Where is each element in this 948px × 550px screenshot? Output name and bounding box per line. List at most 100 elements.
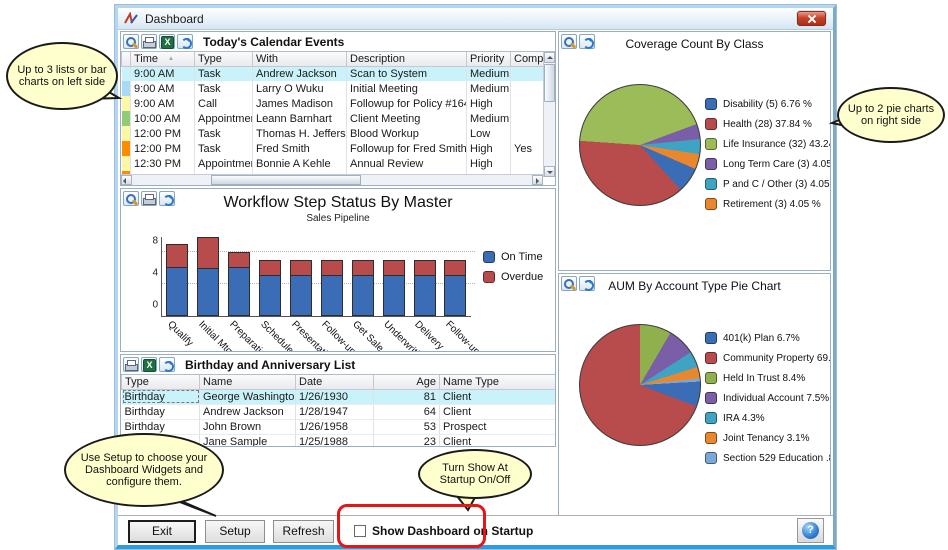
search-icon[interactable] [561, 276, 577, 291]
page: Up to 3 lists or bar charts on left side… [0, 0, 948, 550]
column-header-name-type[interactable]: Name Type [440, 375, 556, 389]
table-row[interactable]: BirthdayGeorge Washington1/26/193081Clie… [122, 389, 556, 404]
stacked-bar[interactable]: Initial Mtg [197, 237, 219, 316]
table-row[interactable]: 9:00 AMCallJames MadisonFollowup for Pol… [122, 96, 544, 111]
show-dashboard-on-startup-checkbox[interactable] [354, 525, 366, 537]
column-header-description[interactable]: Description [347, 52, 467, 66]
legend-item: Long Term Care (3) 4.05 % [705, 158, 831, 170]
column-header-type[interactable]: Type [122, 375, 200, 389]
refresh-icon[interactable] [579, 34, 595, 49]
aum-legend: 401(k) Plan 6.7%Community Property 69.3%… [705, 332, 831, 472]
cell: Birthday [122, 389, 200, 404]
refresh-icon[interactable] [579, 276, 595, 291]
aum-pie-panel: AUM By Account Type Pie Chart 401(k) Pla… [558, 273, 831, 516]
column-header-comp[interactable]: Comp [511, 52, 544, 66]
bar-segment-overdue [444, 260, 466, 276]
help-button[interactable]: ? [797, 518, 824, 543]
scroll-right-icon[interactable] [532, 175, 543, 185]
column-header-name[interactable]: Name [200, 375, 296, 389]
help-icon: ? [802, 522, 819, 539]
bar-segment-overdue [259, 260, 281, 276]
refresh-button[interactable]: Refresh [273, 520, 334, 543]
callout-startup-text: Turn Show At Startup On/Off [428, 462, 522, 486]
stacked-bar[interactable]: Follow-up [321, 237, 343, 316]
stacked-bar[interactable]: Preparation [228, 237, 250, 316]
cell: Task [195, 141, 253, 156]
callout-setup: Use Setup to choose your Dashboard Widge… [64, 433, 224, 507]
calendar-horizontal-scrollbar[interactable] [121, 174, 543, 185]
stacked-bar[interactable]: Underwriting [383, 237, 405, 316]
bar-segment-overdue [414, 260, 436, 276]
scrollbar-thumb[interactable] [544, 64, 555, 102]
stacked-bar[interactable]: Qualify [166, 237, 188, 316]
table-row[interactable]: 9:00 AMTaskAndrew JacksonScan to SystemM… [122, 66, 544, 81]
legend-label: IRA 4.3% [723, 413, 765, 424]
birthday-list-panel: Birthday and Anniversary List TypeNameDa… [120, 354, 556, 447]
stacked-bar[interactable]: Follow-up [444, 237, 466, 316]
table-row[interactable]: 12:30 PMAppointmentBonnie A KehleAnnual … [122, 156, 544, 171]
y-axis-tick: 8 [152, 236, 158, 247]
refresh-icon[interactable] [159, 191, 175, 206]
scrollbar-thumb[interactable] [211, 175, 361, 185]
table-row[interactable]: BirthdayJohn Brown1/26/195853Prospect [122, 419, 556, 434]
table-row[interactable]: 10:00 AMAppointmentLeann BarnhartClient … [122, 111, 544, 126]
legend-item: Held In Trust 8.4% [705, 372, 831, 384]
search-icon[interactable] [561, 34, 577, 49]
cell: Call [195, 96, 253, 111]
coverage-legend: Disability (5) 6.76 %Health (28) 37.84 %… [705, 98, 831, 218]
legend-label: Individual Account 7.5% [723, 393, 829, 404]
legend-item: IRA 4.3% [705, 412, 831, 424]
stacked-bar[interactable]: Presentation [290, 237, 312, 316]
table-row[interactable]: 9:00 AMTaskLarry O WukuInitial MeetingMe… [122, 81, 544, 96]
column-header-time[interactable]: Time [131, 52, 195, 66]
cell: Blood Workup [347, 126, 467, 141]
legend-swatch [705, 392, 717, 404]
close-button[interactable] [797, 11, 826, 26]
cell: John Brown [200, 419, 296, 434]
table-row[interactable]: 12:00 PMTaskThomas H. JeffersonBlood Wor… [122, 126, 544, 141]
cell: Task [195, 66, 253, 81]
cell: Birthday [122, 419, 200, 434]
workflow-legend: On Time Overdue [483, 251, 543, 291]
table-row[interactable]: BirthdayAndrew Jackson1/28/194764Client [122, 404, 556, 419]
legend-item: Overdue [483, 271, 543, 283]
print-icon[interactable] [141, 191, 157, 206]
column-header-age[interactable]: Age [374, 375, 440, 389]
legend-label: Community Property 69.3% [723, 353, 831, 364]
legend-label: Retirement (3) 4.05 % [723, 199, 821, 210]
table-row[interactable]: 12:00 PMTaskFred SmithFollowup for Fred … [122, 141, 544, 156]
print-icon[interactable] [123, 357, 139, 372]
search-icon[interactable] [123, 34, 139, 49]
cell [511, 81, 544, 96]
refresh-icon[interactable] [159, 357, 175, 372]
refresh-icon[interactable] [177, 34, 193, 49]
legend-swatch [705, 332, 717, 344]
print-icon[interactable] [141, 34, 157, 49]
cell: Client [440, 389, 556, 404]
legend-item: On Time [483, 251, 543, 263]
stacked-bar[interactable]: Delivery [414, 237, 436, 316]
stacked-bar[interactable]: Get Sale [352, 237, 374, 316]
callout-startup: Turn Show At Startup On/Off [418, 449, 532, 499]
window-titlebar[interactable]: Dashboard [118, 8, 833, 30]
setup-button[interactable]: Setup [205, 520, 265, 543]
cell: Appointment [195, 156, 253, 171]
column-header-date[interactable]: Date [296, 375, 374, 389]
excel-icon[interactable] [141, 357, 157, 372]
stacked-bar[interactable]: Schedule Mtg [259, 237, 281, 316]
cell: Andrew Jackson [200, 404, 296, 419]
scroll-down-icon[interactable] [544, 166, 555, 177]
scroll-up-icon[interactable] [544, 52, 555, 63]
excel-icon[interactable] [159, 34, 175, 49]
scroll-left-icon[interactable] [121, 175, 132, 185]
legend-swatch [705, 372, 717, 384]
column-header-with[interactable]: With [253, 52, 347, 66]
cell: George Washington [200, 389, 296, 404]
exit-button[interactable]: Exit [128, 520, 196, 543]
column-header-priority[interactable]: Priority [467, 52, 511, 66]
search-icon[interactable] [123, 191, 139, 206]
cell: Jane Sample [200, 434, 296, 446]
column-header-type[interactable]: Type [195, 52, 253, 66]
calendar-vertical-scrollbar[interactable] [543, 52, 555, 177]
cell: 1/26/1930 [296, 389, 374, 404]
